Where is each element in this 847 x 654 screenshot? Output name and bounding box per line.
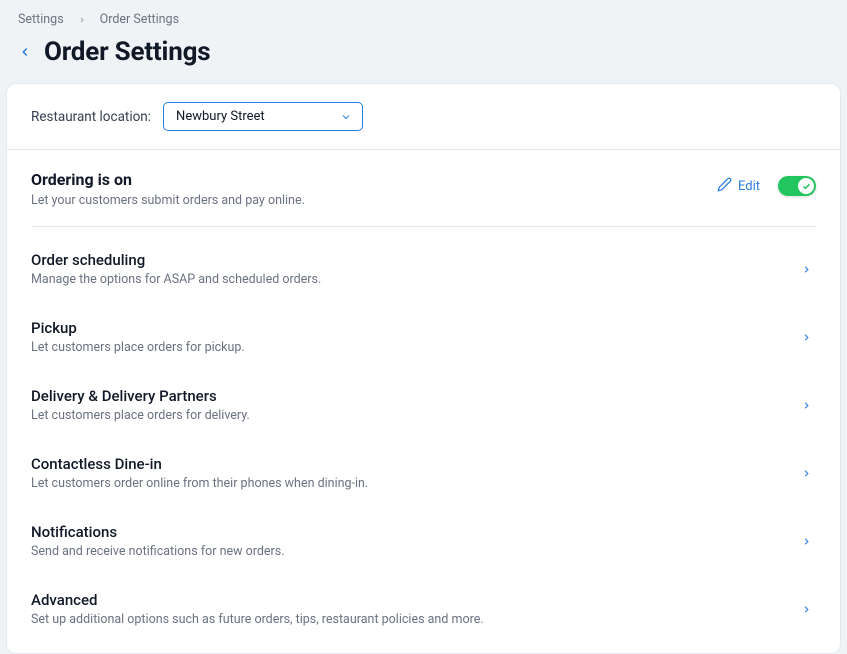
row-order-scheduling[interactable]: Order scheduling Manage the options for … [31, 235, 816, 303]
pencil-icon [717, 177, 732, 196]
chevron-right-icon [801, 536, 816, 547]
row-pickup[interactable]: Pickup Let customers place orders for pi… [31, 303, 816, 371]
location-bar: Restaurant location: Newbury Street [7, 84, 840, 150]
row-title: Advanced [31, 591, 484, 609]
location-select[interactable]: Newbury Street [163, 102, 363, 131]
row-advanced[interactable]: Advanced Set up additional options such … [31, 575, 816, 643]
row-desc: Let customers order online from their ph… [31, 476, 368, 491]
settings-card: Restaurant location: Newbury Street Orde… [6, 83, 841, 654]
row-desc: Let customers place orders for delivery. [31, 408, 250, 423]
location-selected-value: Newbury Street [176, 109, 265, 124]
toggle-knob [798, 178, 814, 194]
breadcrumb: Settings Order Settings [16, 12, 831, 27]
ordering-status-title: Ordering is on [31, 170, 305, 189]
row-notifications[interactable]: Notifications Send and receive notificat… [31, 507, 816, 575]
row-title: Delivery & Delivery Partners [31, 387, 250, 405]
row-title: Contactless Dine-in [31, 455, 368, 473]
ordering-toggle[interactable] [778, 176, 816, 196]
breadcrumb-root[interactable]: Settings [18, 12, 64, 27]
chevron-right-icon [801, 332, 816, 343]
row-title: Notifications [31, 523, 285, 541]
row-title: Order scheduling [31, 251, 321, 269]
chevron-right-icon [801, 604, 816, 615]
ordering-status-section: Ordering is on Let your customers submit… [31, 170, 816, 227]
row-desc: Manage the options for ASAP and schedule… [31, 272, 321, 287]
row-desc: Set up additional options such as future… [31, 612, 484, 627]
row-delivery[interactable]: Delivery & Delivery Partners Let custome… [31, 371, 816, 439]
row-desc: Let customers place orders for pickup. [31, 340, 245, 355]
row-contactless-dinein[interactable]: Contactless Dine-in Let customers order … [31, 439, 816, 507]
location-label: Restaurant location: [31, 109, 151, 125]
chevron-right-icon [801, 400, 816, 411]
edit-button[interactable]: Edit [717, 177, 760, 196]
chevron-right-icon [801, 468, 816, 479]
ordering-status-desc: Let your customers submit orders and pay… [31, 193, 305, 208]
row-title: Pickup [31, 319, 245, 337]
back-button[interactable] [16, 43, 34, 61]
chevron-right-icon [78, 16, 86, 24]
breadcrumb-current: Order Settings [100, 12, 179, 27]
chevron-down-icon [340, 111, 352, 123]
edit-label: Edit [738, 179, 760, 194]
page-title: Order Settings [44, 37, 210, 67]
row-desc: Send and receive notifications for new o… [31, 544, 285, 559]
chevron-right-icon [801, 264, 816, 275]
